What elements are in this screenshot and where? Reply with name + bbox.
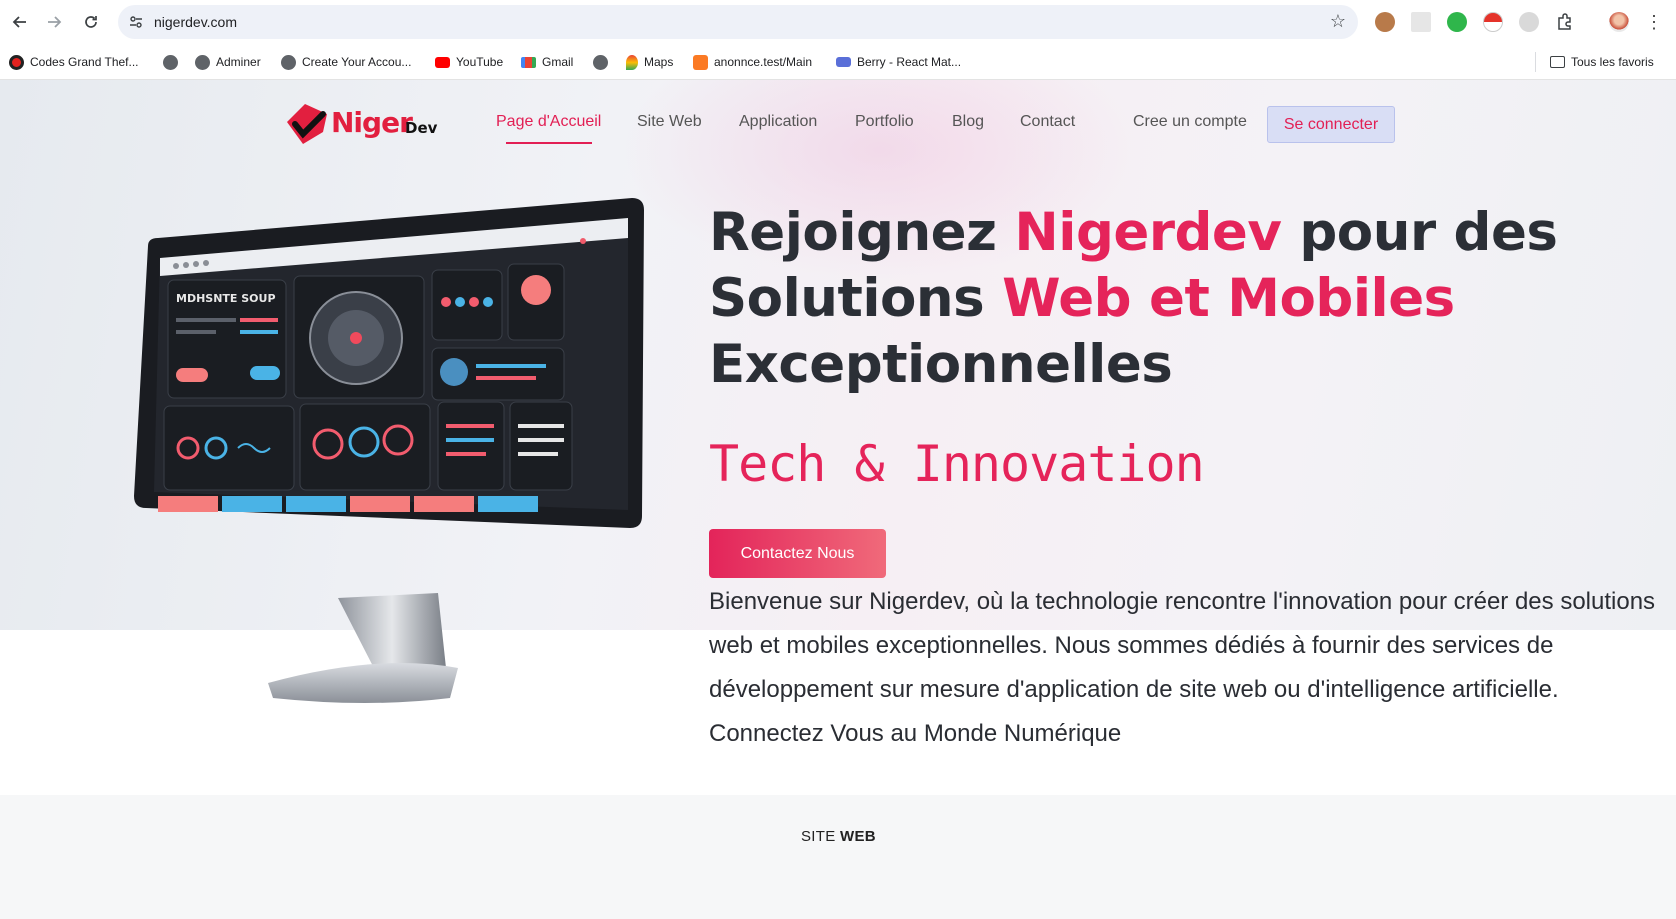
- address-bar[interactable]: nigerdev.com ☆: [118, 5, 1358, 39]
- maps-icon: [626, 54, 638, 70]
- bookmark-berry[interactable]: Berry - React Mat...: [836, 53, 961, 71]
- gmail-icon: [521, 56, 536, 68]
- xampp-icon: [693, 54, 708, 70]
- profile-avatar[interactable]: [1609, 12, 1629, 32]
- nav-site-web[interactable]: Site Web: [637, 113, 702, 131]
- bookmark-globe-2[interactable]: [593, 53, 614, 71]
- bookmark-globe[interactable]: [163, 53, 184, 71]
- logo-text: Niger: [331, 106, 413, 139]
- bookmark-create-account[interactable]: Create Your Accou...: [281, 53, 411, 71]
- logo-mark-icon: [287, 104, 327, 144]
- logo-sub: Dev: [405, 119, 438, 137]
- folder-icon: [1550, 56, 1565, 68]
- bookmark-adminer[interactable]: Adminer: [195, 53, 261, 71]
- headline-part-1: Rejoignez: [709, 202, 1015, 263]
- nav-home[interactable]: Page d'Accueil: [496, 113, 601, 131]
- bookmark-label: Codes Grand Thef...: [30, 55, 139, 69]
- section-title-bold: WEB: [840, 828, 876, 845]
- bookmark-label: Berry - React Mat...: [857, 55, 962, 69]
- section-title-light: SITE: [801, 828, 841, 845]
- bookmark-maps[interactable]: Maps: [626, 53, 673, 71]
- youtube-icon: [435, 56, 450, 68]
- services-section: [0, 795, 1676, 919]
- bookmark-gmail[interactable]: Gmail: [521, 53, 573, 71]
- monitor-screen-title: MDHSNTE SOUP: [176, 292, 276, 305]
- red-circle-icon: [9, 54, 24, 70]
- monitor-illustration: MDHSNTE SOUP: [134, 198, 644, 703]
- nav-portfolio[interactable]: Portfolio: [855, 113, 914, 131]
- nav-contact[interactable]: Contact: [1020, 113, 1075, 131]
- globe-icon: [163, 54, 178, 70]
- cookie-extension-icon[interactable]: [1375, 12, 1395, 32]
- hero-headline: Rejoignez Nigerdev pour des Solutions We…: [709, 200, 1669, 398]
- nav-blog[interactable]: Blog: [952, 113, 984, 131]
- back-arrow-icon[interactable]: [8, 10, 32, 34]
- hero-tagline: Tech & Innovation: [709, 435, 1205, 493]
- berry-icon: [836, 57, 851, 67]
- register-link[interactable]: Cree un compte: [1133, 113, 1247, 131]
- n-extension-icon[interactable]: [1447, 12, 1467, 32]
- section-title: SITE WEB: [801, 828, 876, 845]
- all-bookmarks-label: Tous les favoris: [1571, 55, 1654, 69]
- bookmark-codes-gta[interactable]: Codes Grand Thef...: [9, 53, 139, 71]
- site-logo[interactable]: Niger Dev: [283, 98, 439, 150]
- globe-icon: [281, 54, 296, 70]
- nav-active-underline: [506, 142, 592, 144]
- web-page: Niger Dev Page d'Accueil Site Web Applic…: [0, 80, 1676, 919]
- forward-arrow-icon[interactable]: [42, 10, 66, 34]
- pokeball-extension-icon[interactable]: [1483, 12, 1503, 32]
- globe-icon: [195, 54, 210, 70]
- bookmarks-bar: Codes Grand Thef... Adminer Create Your …: [0, 44, 1676, 80]
- bookmark-label: Maps: [644, 55, 674, 69]
- more-menu-icon[interactable]: ⋮: [1642, 10, 1666, 34]
- browser-toolbar: nigerdev.com ☆ ⋮: [0, 0, 1676, 44]
- headline-accent-1: Nigerdev: [1014, 202, 1282, 263]
- bookmark-label: anonnce.test/Main: [714, 55, 813, 69]
- contact-button[interactable]: Contactez Nous: [709, 529, 886, 578]
- url-text[interactable]: nigerdev.com: [154, 14, 237, 30]
- extension-icon[interactable]: [1519, 12, 1539, 32]
- bookmark-star-icon[interactable]: ☆: [1330, 11, 1346, 32]
- bookmark-label: Create Your Accou...: [302, 55, 412, 69]
- headline-part-3: Exceptionnelles: [709, 334, 1173, 395]
- hero-intro-text: Bienvenue sur Nigerdev, où la technologi…: [709, 588, 1656, 747]
- qr-extension-icon[interactable]: [1411, 12, 1431, 32]
- bookmark-label: Gmail: [542, 55, 574, 69]
- site-info-icon[interactable]: [128, 14, 144, 30]
- bookmark-youtube[interactable]: YouTube: [435, 53, 503, 71]
- login-button[interactable]: Se connecter: [1267, 106, 1395, 143]
- nav-application[interactable]: Application: [739, 113, 817, 131]
- all-bookmarks-folder[interactable]: Tous les favoris: [1550, 53, 1654, 71]
- headline-accent-2: Web et Mobiles: [1002, 268, 1455, 329]
- bookmark-anonnce[interactable]: anonnce.test/Main: [693, 53, 812, 71]
- globe-icon: [593, 54, 608, 70]
- bookmark-label: YouTube: [456, 55, 504, 69]
- bookmark-label: Adminer: [216, 55, 261, 69]
- puzzle-extensions-icon[interactable]: [1555, 12, 1575, 32]
- bookmarks-divider: [1535, 52, 1536, 72]
- reload-icon[interactable]: [79, 10, 103, 34]
